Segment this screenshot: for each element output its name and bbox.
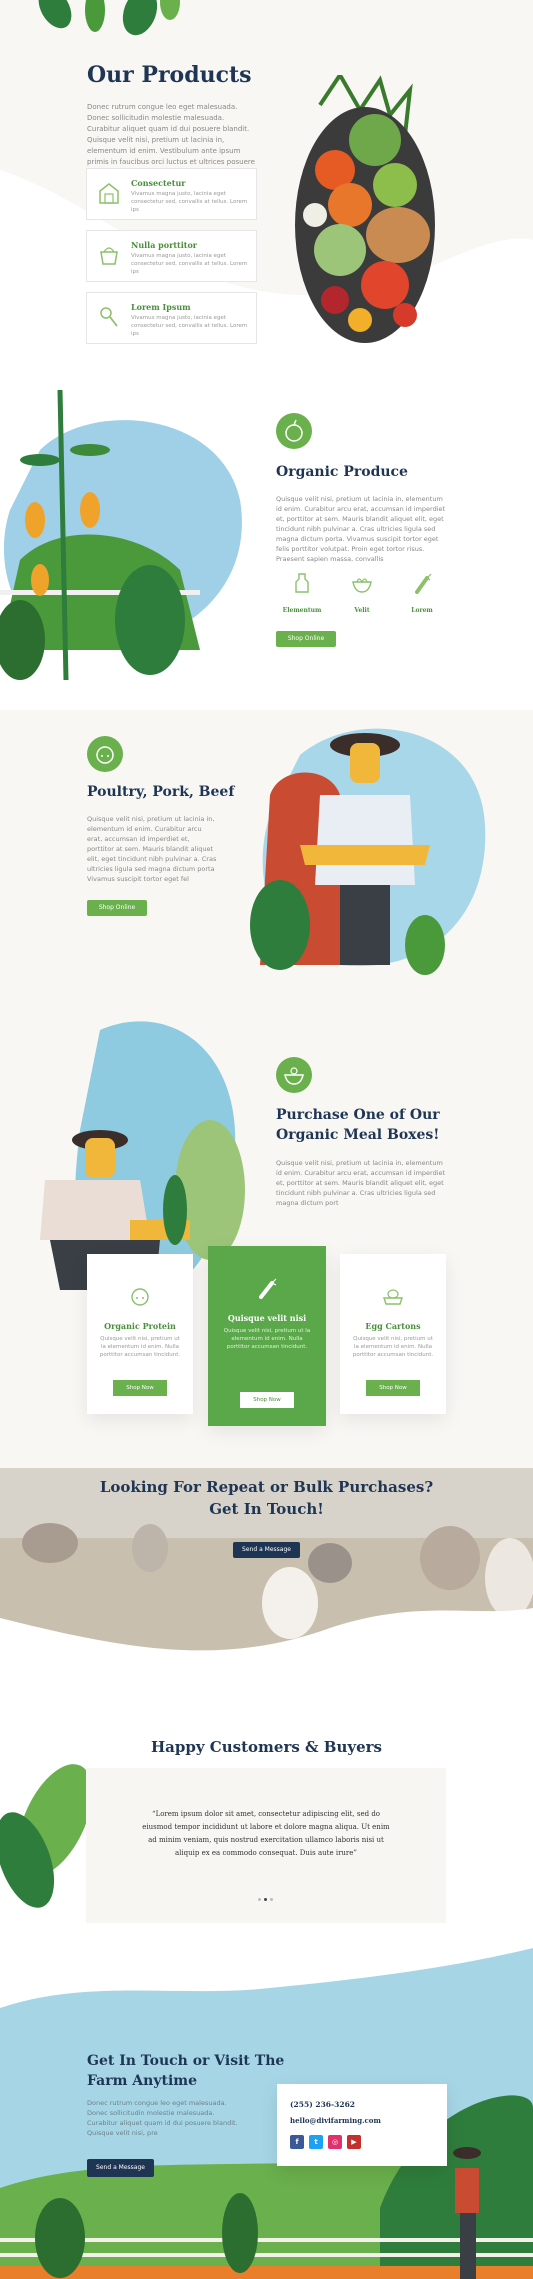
produce-item-label: Elementum — [282, 607, 322, 614]
product-card-title: Nulla porttitor — [131, 240, 197, 250]
meal-box-desc: Quisque velit nisi, pretium ut la elemen… — [223, 1328, 311, 1350]
contact-text: Donec rutrum congue leo eget malesuada. … — [87, 2099, 238, 2137]
poultry-title: Poultry, Pork, Beef — [87, 784, 235, 800]
meal-boxes-title-line1: Purchase One of Our — [276, 1107, 440, 1123]
corn-field-illustration — [0, 390, 242, 680]
shop-online-button[interactable]: Shop Online — [276, 631, 336, 647]
meal-boxes-title-line2: Organic Meal Boxes! — [276, 1127, 440, 1143]
product-card-desc: Vivamus magna justo, lacinia eget consec… — [131, 315, 248, 337]
organic-produce-section: Organic Produce Quisque velit nisi, pret… — [0, 380, 533, 710]
bulk-heading: Looking For Repeat or Bulk Purchases? Ge… — [0, 1476, 533, 1520]
meal-box-card: Organic Protein Quisque velit nisi, pret… — [87, 1254, 193, 1414]
meal-box-title: Organic Protein — [104, 1321, 176, 1331]
meal-boxes-title: Purchase One of Our Organic Meal Boxes! — [276, 1105, 440, 1145]
youtube-icon[interactable]: ▶ — [347, 2135, 361, 2149]
instagram-icon[interactable]: ◎ — [328, 2135, 342, 2149]
shop-now-button[interactable]: Shop Now — [240, 1392, 294, 1408]
meal-box-icon — [276, 1057, 312, 1093]
bowl-icon — [352, 578, 372, 593]
basket-icon — [100, 247, 118, 265]
meal-box-title: Quisque velit nisi — [227, 1313, 307, 1323]
shop-now-button[interactable]: Shop Now — [113, 1380, 167, 1396]
contact-phone[interactable]: (255) 236-3262 — [290, 2100, 355, 2109]
product-card-desc: Vivamus magna justo, lacinia eget consec… — [131, 253, 248, 275]
pig-icon — [87, 736, 123, 772]
contact-info-card: (255) 236-3262 hello@divifarming.com f t ◎… — [277, 2084, 447, 2166]
meal-box-desc: Quisque velit nisi, pretium ut la elemen… — [352, 1336, 434, 1358]
testimonials-section: Happy Customers & Buyers “Lorem ipsum do… — [0, 1668, 533, 1948]
background-wave — [0, 170, 533, 380]
meal-box-card: Egg Cartons Quisque velit nisi, pretium … — [340, 1254, 446, 1414]
produce-item-label: Velit — [354, 607, 370, 614]
product-card: Lorem Ipsum Vivamus magna justo, lacinia… — [86, 292, 257, 344]
social-icons: f t ◎ ▶ — [290, 2135, 361, 2149]
testimonial-quote: “Lorem ipsum dolor sit amet, consectetur… — [142, 1810, 390, 1857]
shop-online-button[interactable]: Shop Online — [87, 900, 147, 916]
testimonials-title: Happy Customers & Buyers — [151, 1738, 382, 1756]
vegetable-basket-illustration — [295, 75, 435, 343]
meal-boxes-section: Purchase One of Our Organic Meal Boxes! … — [0, 1010, 533, 1470]
carrot-icon — [259, 1278, 277, 1299]
meal-box-desc: Quisque velit nisi, pretium ut la elemen… — [99, 1336, 181, 1358]
product-card-title: Consectetur — [131, 178, 186, 188]
bottle-icon — [295, 573, 309, 593]
product-card-desc: Vivamus magna justo, lacinia eget consec… — [131, 191, 248, 213]
product-card: Consectetur Vivamus magna justo, lacinia… — [86, 168, 257, 220]
contact-email[interactable]: hello@divifarming.com — [290, 2116, 381, 2125]
organic-produce-text: Quisque velit nisi, pretium ut lacinia i… — [276, 495, 446, 563]
bulk-heading-line1: Looking For Repeat or Bulk Purchases? — [99, 1478, 434, 1496]
contact-section: Get In Touch or Visit The Farm Anytime D… — [0, 1948, 533, 2279]
produce-item: Velit — [342, 572, 382, 614]
contact-title-line2: Farm Anytime — [87, 2073, 197, 2089]
meal-boxes-text: Quisque velit nisi, pretium ut lacinia i… — [276, 1159, 446, 1207]
egg-carton-icon — [383, 1289, 403, 1305]
send-message-button[interactable]: Send a Message — [87, 2159, 154, 2177]
pig-icon — [131, 1288, 149, 1306]
carousel-dot[interactable] — [258, 1898, 261, 1901]
produce-item: Lorem — [402, 572, 442, 614]
products-intro: Donec rutrum congue leo eget malesuada. … — [87, 103, 255, 166]
leaf-decoration — [0, 1764, 93, 1908]
meal-box-card-featured: Quisque velit nisi Quisque velit nisi, p… — [208, 1246, 326, 1426]
sprout-icon — [100, 307, 118, 327]
page: Our Products Donec rutrum congue leo ege… — [0, 0, 533, 2279]
farm-landscape-illustration — [0, 1948, 533, 2279]
product-card: Nulla porttitor Vivamus magna justo, lac… — [86, 230, 257, 282]
bulk-heading-line2: Get In Touch! — [209, 1500, 324, 1518]
organic-produce-title: Organic Produce — [276, 464, 408, 480]
shop-now-button[interactable]: Shop Now — [366, 1380, 420, 1396]
testimonial-card: “Lorem ipsum dolor sit amet, consectetur… — [86, 1768, 446, 1923]
farmer-illustration — [250, 728, 486, 975]
contact-title-line1: Get In Touch or Visit The — [87, 2053, 285, 2069]
facebook-icon[interactable]: f — [290, 2135, 304, 2149]
bulk-purchase-banner: Looking For Repeat or Bulk Purchases? Ge… — [0, 1468, 533, 1668]
meal-box-title: Egg Cartons — [365, 1321, 421, 1331]
products-section: Our Products Donec rutrum congue leo ege… — [0, 0, 533, 380]
leaf-decoration — [38, 0, 180, 36]
twitter-icon[interactable]: t — [309, 2135, 323, 2149]
send-message-button[interactable]: Send a Message — [233, 1542, 300, 1558]
apple-icon — [276, 413, 312, 449]
produce-item: Elementum — [282, 572, 322, 614]
contact-title: Get In Touch or Visit The Farm Anytime — [87, 2051, 284, 2091]
carousel-dot-active[interactable] — [264, 1898, 267, 1901]
product-card-title: Lorem Ipsum — [131, 302, 191, 312]
barn-icon — [99, 183, 119, 204]
carrot-icon — [415, 573, 432, 594]
poultry-section: Poultry, Pork, Beef Quisque velit nisi, … — [0, 710, 533, 1010]
carousel-dots — [258, 1898, 273, 1901]
page-title: Our Products — [87, 62, 252, 88]
poultry-text: Quisque velit nisi, pretium ut lacinia i… — [87, 815, 217, 883]
carousel-dot[interactable] — [270, 1898, 273, 1901]
produce-item-label: Lorem — [411, 607, 433, 614]
